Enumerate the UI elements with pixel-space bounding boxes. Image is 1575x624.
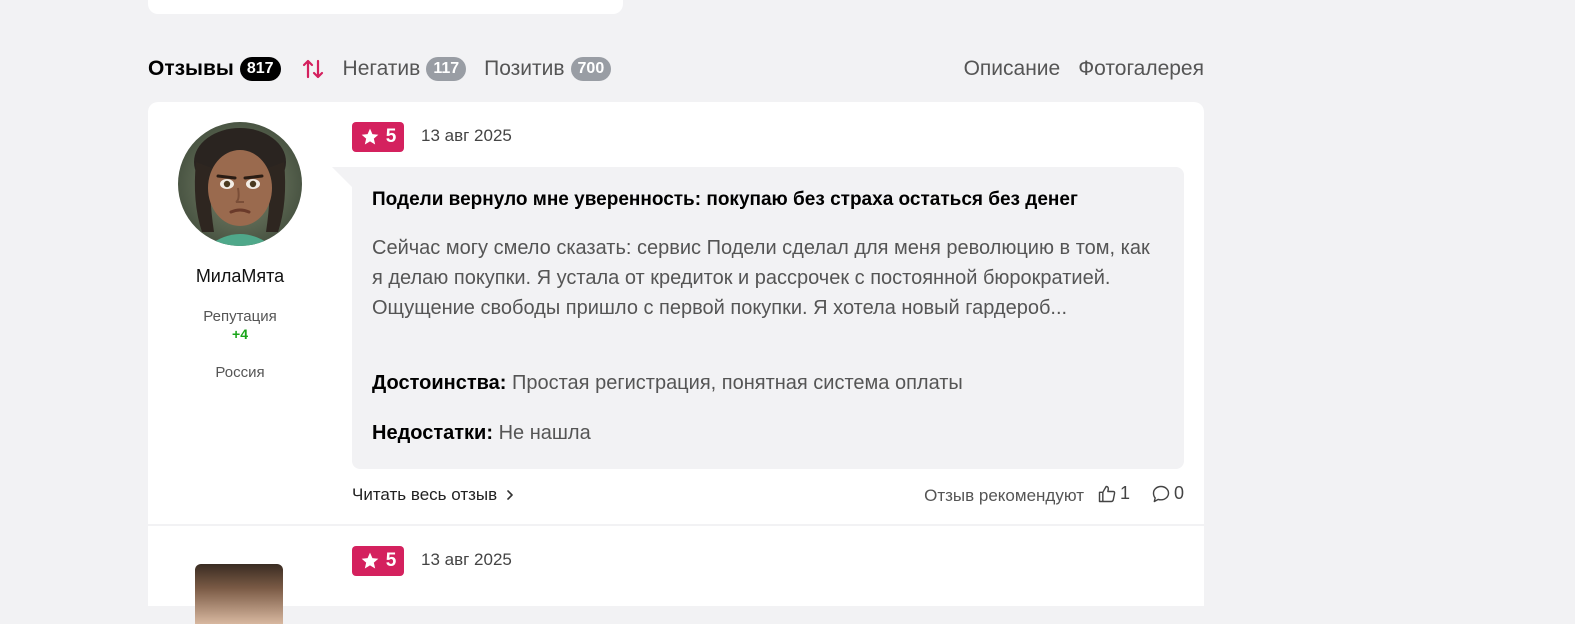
review-date: 13 авг 2025 [421, 550, 512, 569]
reviews-count-badge: 817 [239, 57, 281, 81]
sort-arrows-icon [302, 59, 323, 79]
author-name[interactable]: МилаМята [148, 266, 332, 287]
review-date: 13 авг 2025 [421, 126, 512, 145]
star-icon [361, 552, 379, 569]
reputation-value: +4 [232, 326, 248, 342]
review-cons: Недостатки: Не нашла [372, 422, 591, 445]
sort-button[interactable] [301, 57, 325, 81]
rating-value: 5 [385, 126, 397, 147]
comment-count: 0 [1173, 483, 1184, 503]
tab-gallery[interactable]: Фотогалерея [1078, 57, 1204, 81]
negative-count-badge: 117 [426, 57, 467, 81]
right-tabs: Описание Фотогалерея [964, 57, 1204, 81]
previous-card [148, 0, 623, 14]
reputation-label: Репутация [203, 308, 277, 325]
rating-value: 5 [385, 550, 397, 571]
pros-label: Достоинства: [372, 372, 507, 394]
like-button[interactable]: 1 [1097, 483, 1130, 504]
tab-negative[interactable]: Негатив 117 [343, 57, 467, 81]
cons-text: Не нашла [498, 422, 591, 444]
comments-button[interactable]: 0 [1151, 483, 1184, 504]
cons-label: Недостатки: [372, 422, 494, 444]
review-bubble: Подели вернуло мне уверенность: покупаю … [332, 167, 1184, 469]
tab-negative-label: Негатив [342, 57, 421, 80]
avatar[interactable] [178, 122, 302, 246]
tab-positive-label: Позитив [484, 57, 565, 80]
tab-reviews-label: Отзывы [148, 57, 234, 80]
reviews-tabs-bar: Отзывы 817 Негатив 117 Позитив 700 Описа… [148, 52, 1204, 86]
tab-description[interactable]: Описание [964, 57, 1061, 81]
tab-reviews[interactable]: Отзывы 817 [148, 57, 281, 81]
review-body: Сейчас могу смело сказать: сервис Подели… [372, 237, 1150, 319]
read-more-label: Читать весь отзыв [352, 485, 498, 504]
thumbs-up-icon [1098, 485, 1116, 502]
chevron-right-icon [507, 490, 513, 500]
like-count: 1 [1119, 483, 1130, 503]
tab-positive[interactable]: Позитив 700 [484, 57, 612, 81]
review-card: МилаМята Репутация +4 Россия 5 13 авг 20… [148, 102, 1204, 524]
recommend-label: Отзыв рекомендуют [924, 486, 1084, 505]
author-country: Россия [215, 364, 265, 381]
review-title[interactable]: Подели вернуло мне уверенность: покупаю … [372, 189, 1078, 211]
pros-text: Простая регистрация, понятная система оп… [512, 372, 963, 394]
read-full-review-link[interactable]: Читать весь отзыв [352, 485, 515, 505]
rating-badge: 5 [352, 546, 404, 576]
comment-bubble-icon [1152, 485, 1170, 502]
positive-count-badge: 700 [570, 57, 612, 81]
avatar-image [178, 122, 302, 246]
review-pros: Достоинства: Простая регистрация, понятн… [372, 372, 963, 395]
star-icon [361, 128, 379, 145]
rating-badge: 5 [352, 122, 404, 152]
review-card: 5 13 авг 2025 [148, 526, 1204, 624]
avatar[interactable] [195, 564, 283, 624]
